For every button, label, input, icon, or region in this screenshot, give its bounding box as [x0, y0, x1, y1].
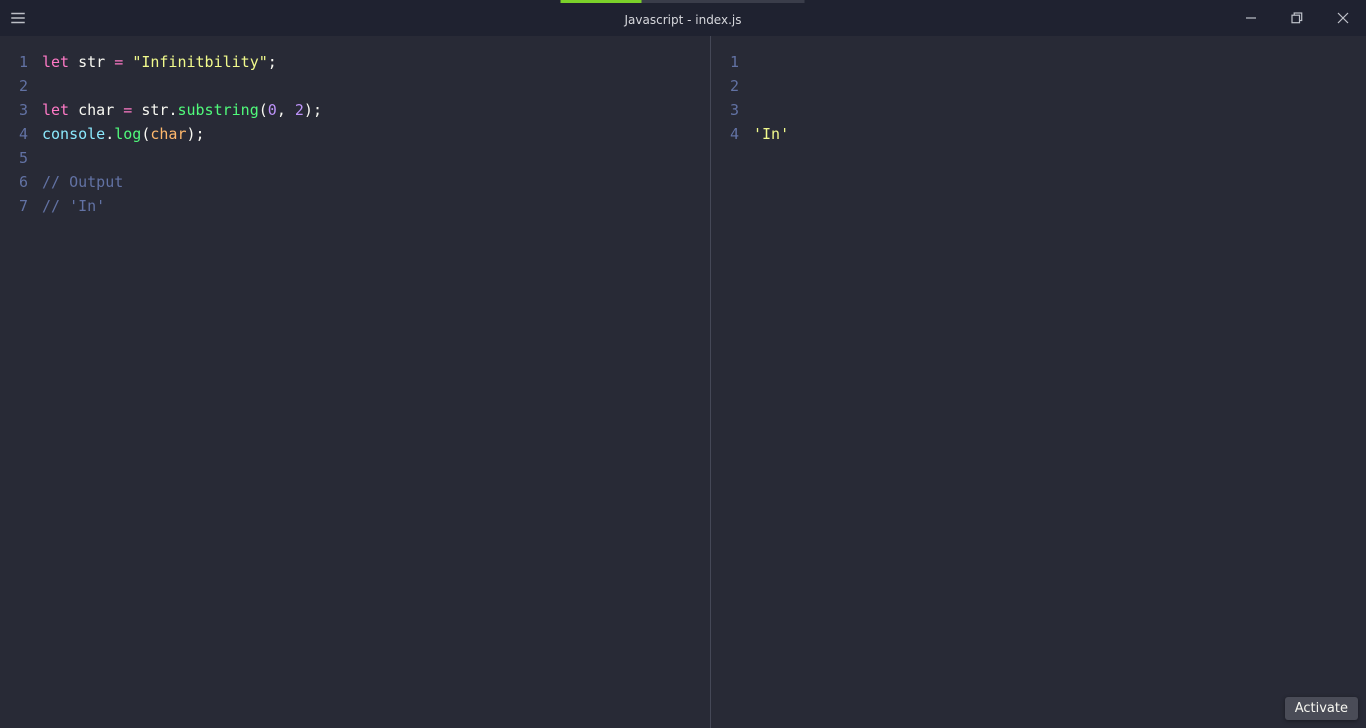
code-line: 2 [711, 74, 1366, 98]
output-content: 1234'In' [711, 36, 1366, 146]
code-line: 3 [711, 98, 1366, 122]
app-window: Javascript - index.js 1let str = "In [0, 0, 1366, 728]
line-content: let str = "Infinitbility"; [42, 50, 277, 74]
code-line: 4console.log(char); [0, 122, 710, 146]
line-content: console.log(char); [42, 122, 205, 146]
editor-split-view: 1let str = "Infinitbility";23let char = … [0, 36, 1366, 728]
code-line: 3let char = str.substring(0, 2); [0, 98, 710, 122]
minimize-button[interactable] [1228, 0, 1274, 36]
menu-icon[interactable] [0, 0, 36, 36]
window-controls [1228, 0, 1366, 36]
line-content: // 'In' [42, 194, 105, 218]
title-progress-bar [561, 0, 805, 3]
code-line: 2 [0, 74, 710, 98]
line-number: 1 [0, 50, 42, 74]
code-line: 7// 'In' [0, 194, 710, 218]
code-line: 4'In' [711, 122, 1366, 146]
line-content: let char = str.substring(0, 2); [42, 98, 322, 122]
line-content: // Output [42, 170, 123, 194]
titlebar: Javascript - index.js [0, 0, 1366, 36]
output-pane[interactable]: 1234'In' [710, 36, 1366, 728]
line-number: 5 [0, 146, 42, 170]
line-number: 7 [0, 194, 42, 218]
maximize-button[interactable] [1274, 0, 1320, 36]
line-number: 3 [711, 98, 753, 122]
line-number: 1 [711, 50, 753, 74]
line-number: 4 [711, 122, 753, 146]
code-editor-content: 1let str = "Infinitbility";23let char = … [0, 36, 710, 218]
line-content: 'In' [753, 122, 789, 146]
activate-button[interactable]: Activate [1285, 697, 1358, 720]
code-line: 6// Output [0, 170, 710, 194]
line-number: 4 [0, 122, 42, 146]
line-number: 3 [0, 98, 42, 122]
line-number: 2 [711, 74, 753, 98]
close-button[interactable] [1320, 0, 1366, 36]
window-title: Javascript - index.js [625, 13, 742, 27]
code-line: 1 [711, 50, 1366, 74]
line-number: 6 [0, 170, 42, 194]
window-title-container: Javascript - index.js [625, 0, 742, 36]
code-line: 5 [0, 146, 710, 170]
code-line: 1let str = "Infinitbility"; [0, 50, 710, 74]
line-number: 2 [0, 74, 42, 98]
code-editor-pane[interactable]: 1let str = "Infinitbility";23let char = … [0, 36, 710, 728]
